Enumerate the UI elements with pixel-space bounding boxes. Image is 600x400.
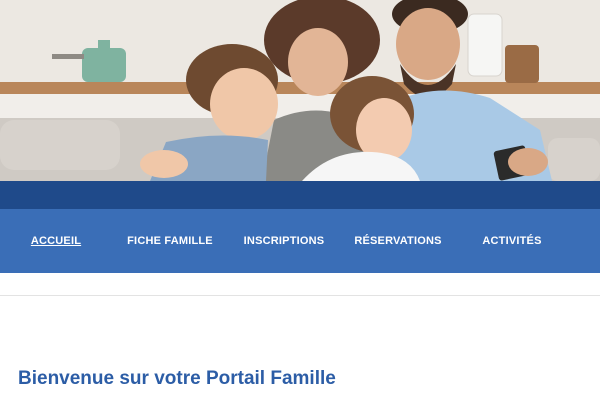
nav-item-inscriptions[interactable]: INSCRIPTIONS: [236, 209, 332, 273]
family-photo-illustration: [0, 0, 600, 181]
nav-item-accueil[interactable]: ACCUEIL: [18, 209, 94, 273]
hero-photo: [0, 0, 600, 181]
nav-item-fiche-famille[interactable]: FICHE FAMILLE: [118, 209, 222, 273]
nav-item-label: ACTIVITÉS: [482, 235, 542, 247]
nav-item-reservations[interactable]: RÉSERVATIONS: [346, 209, 450, 273]
nav-item-label: RÉSERVATIONS: [354, 235, 442, 247]
divider: [0, 295, 600, 296]
page-title: Bienvenue sur votre Portail Famille: [18, 368, 336, 389]
main-nav: ACCUEIL FICHE FAMILLE INSCRIPTIONS RÉSER…: [0, 209, 600, 273]
nav-item-activites[interactable]: ACTIVITÉS: [470, 209, 554, 273]
header-band: [0, 181, 600, 209]
nav-item-label: FICHE FAMILLE: [127, 235, 213, 247]
nav-item-label: ACCUEIL: [30, 235, 82, 247]
nav-item-label: INSCRIPTIONS: [243, 235, 325, 247]
